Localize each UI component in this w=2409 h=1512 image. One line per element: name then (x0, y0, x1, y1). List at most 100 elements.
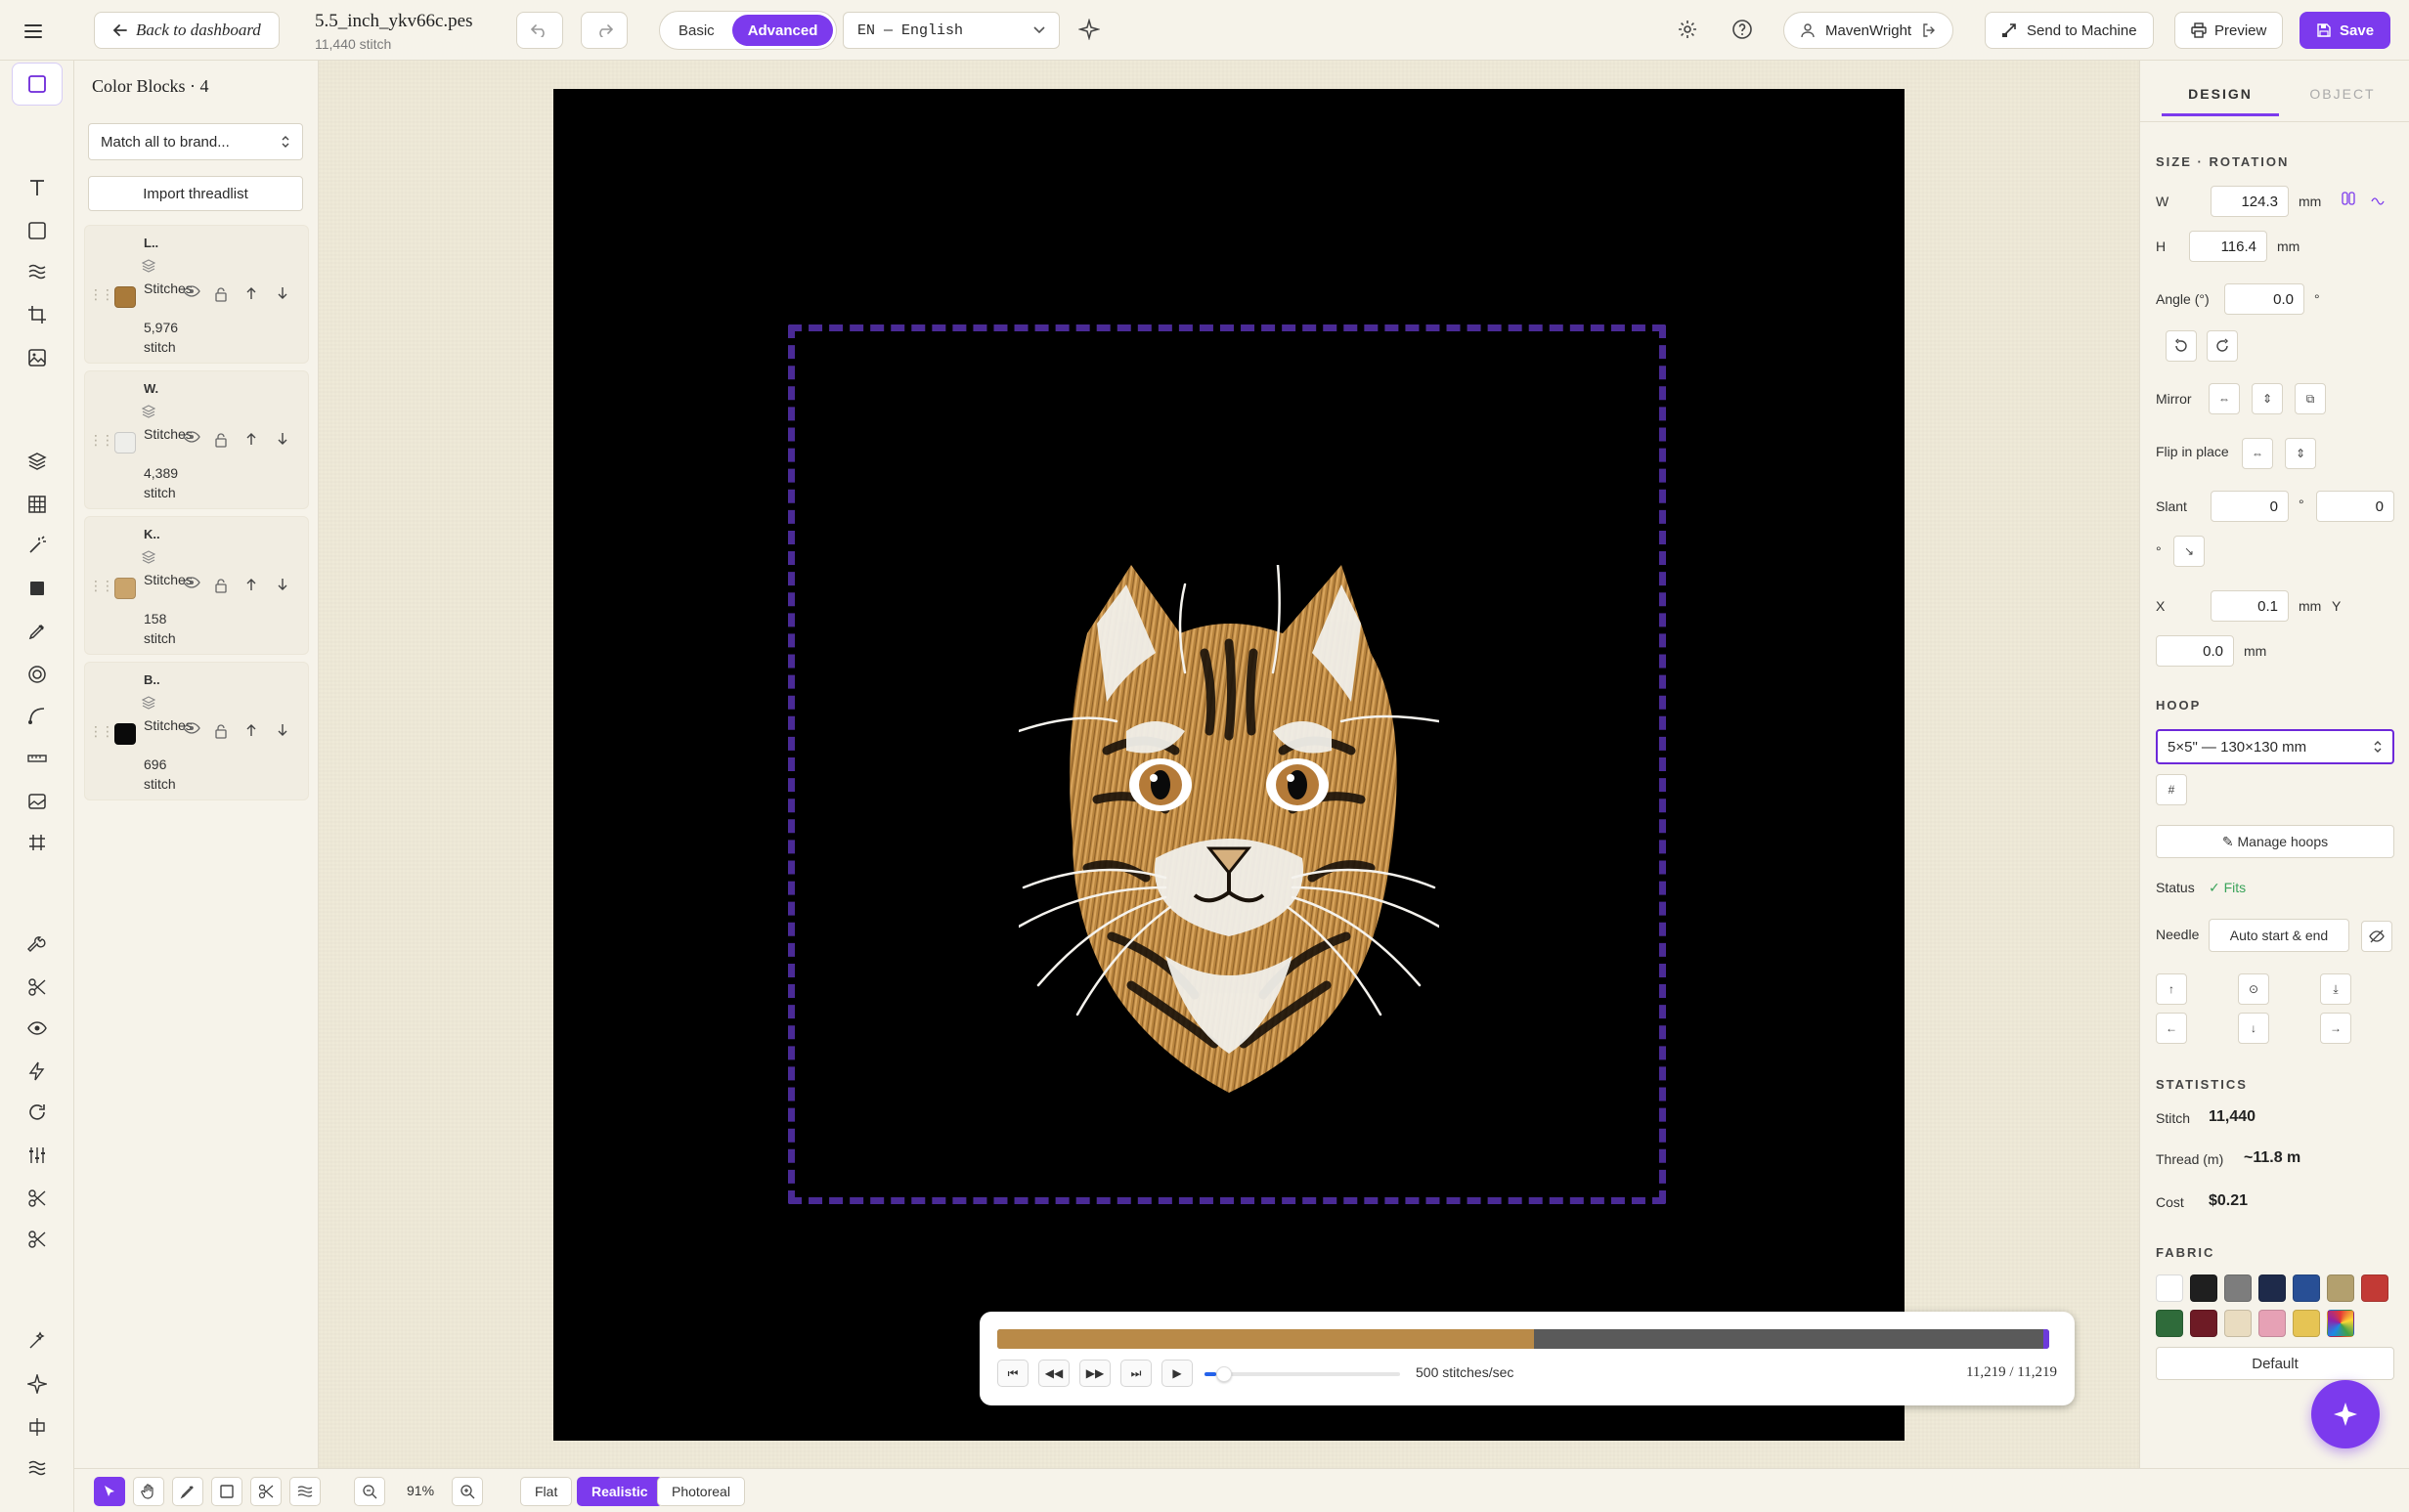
text-tool-icon[interactable] (23, 174, 51, 201)
drag-handle-icon[interactable]: ⋮⋮ (89, 578, 114, 594)
tab-design[interactable]: DESIGN (2162, 86, 2279, 116)
lock-icon[interactable] (214, 286, 228, 302)
needle-center-button[interactable]: ⊙ (2238, 973, 2269, 1005)
select-tool[interactable] (12, 63, 63, 106)
move-down-icon[interactable] (277, 723, 288, 737)
slant-x-input[interactable] (2211, 491, 2289, 522)
stitch-timeline[interactable] (997, 1329, 2049, 1349)
zoom-in-button[interactable] (452, 1477, 483, 1506)
move-down-icon[interactable] (277, 578, 288, 591)
rectangle-tool[interactable] (211, 1477, 242, 1506)
scissors-tool[interactable] (250, 1477, 282, 1506)
hand-tool[interactable] (133, 1477, 164, 1506)
photo-icon[interactable] (23, 788, 51, 815)
wand-icon[interactable] (23, 1327, 51, 1355)
rotate-left-button[interactable] (2166, 330, 2197, 362)
view-flat-button[interactable]: Flat (520, 1477, 573, 1506)
color-block-item[interactable]: ⋮⋮ B.. Stitches 696 stitch (84, 662, 309, 800)
match-brand-select[interactable]: Match all to brand... (88, 123, 303, 160)
needle-up-button[interactable]: ↑ (2156, 973, 2187, 1005)
fabric-swatch[interactable] (2327, 1274, 2354, 1302)
wrench-icon[interactable] (23, 930, 51, 958)
user-menu[interactable]: MavenWright (1783, 12, 1954, 49)
thread-color-swatch[interactable] (114, 578, 136, 599)
language-select[interactable]: EN — English (843, 12, 1060, 49)
mirror-horizontal-button[interactable]: ⇔ (2209, 383, 2240, 414)
logout-icon[interactable] (1921, 22, 1937, 38)
height-input[interactable] (2189, 231, 2267, 262)
move-up-icon[interactable] (245, 723, 257, 737)
fabric-swatch[interactable] (2293, 1310, 2320, 1337)
target-icon[interactable] (23, 661, 51, 688)
magic-wand-icon[interactable] (23, 532, 51, 559)
move-down-icon[interactable] (277, 432, 288, 446)
needle-left-button[interactable]: ← (2156, 1013, 2187, 1044)
scissors-icon[interactable] (23, 973, 51, 1001)
gear-icon[interactable] (1674, 16, 1701, 43)
needle-bottom-button[interactable]: ⤓ (2320, 973, 2351, 1005)
crop-tool-icon[interactable] (23, 301, 51, 328)
needle-select[interactable]: Auto start & end (2209, 919, 2349, 952)
refresh-icon[interactable] (23, 1099, 51, 1126)
help-icon[interactable] (1729, 16, 1756, 43)
color-block-item[interactable]: ⋮⋮ W. Stitches 4,389 stitch (84, 370, 309, 509)
hoop-grid-button[interactable]: # (2156, 774, 2187, 805)
slant-reset-button[interactable]: ↘ (2173, 536, 2205, 567)
view-photoreal-button[interactable]: Photoreal (657, 1477, 745, 1506)
fill-pattern-icon[interactable] (23, 258, 51, 285)
frame-icon[interactable] (23, 829, 51, 856)
play-button[interactable]: ▶ (1161, 1360, 1193, 1387)
color-block-item[interactable]: ⋮⋮ L.. Stitches 5,976 stitch (84, 225, 309, 364)
mode-advanced-button[interactable]: Advanced (731, 15, 834, 46)
tab-object[interactable]: OBJECT (2289, 86, 2396, 102)
link-proportions-icon[interactable] (2342, 192, 2355, 205)
sparkle-tool-icon[interactable] (23, 1370, 51, 1398)
drag-handle-icon[interactable]: ⋮⋮ (89, 432, 114, 449)
mirror-vertical-button[interactable]: ⇕ (2252, 383, 2283, 414)
design-artboard[interactable]: ⏮ ◀◀ ▶▶ ⏭ ▶ 500 stitches/sec 11,219 / 11… (553, 89, 2075, 1441)
mode-basic-button[interactable]: Basic (663, 15, 730, 46)
thread-color-swatch[interactable] (114, 286, 136, 308)
skip-to-end-button[interactable]: ⏭ (1120, 1360, 1152, 1387)
thread-color-swatch[interactable] (114, 723, 136, 745)
save-button[interactable]: Save (2300, 12, 2391, 49)
rotate-right-button[interactable] (2207, 330, 2238, 362)
fabric-swatch[interactable] (2156, 1310, 2183, 1337)
pen-tool-icon[interactable] (23, 618, 51, 645)
skip-to-start-button[interactable]: ⏮ (997, 1360, 1029, 1387)
fabric-swatch[interactable] (2258, 1274, 2286, 1302)
eye-icon[interactable] (23, 1015, 51, 1042)
view-realistic-button[interactable]: Realistic (577, 1477, 663, 1506)
pointer-tool[interactable] (94, 1477, 125, 1506)
canvas-area[interactable]: ⏮ ◀◀ ▶▶ ⏭ ▶ 500 stitches/sec 11,219 / 11… (319, 61, 2139, 1468)
lock-icon[interactable] (214, 578, 228, 593)
cut-icon[interactable] (23, 1185, 51, 1212)
image-tool-icon[interactable] (23, 344, 51, 371)
layers-icon[interactable] (23, 448, 51, 475)
visibility-eye-icon[interactable] (183, 284, 200, 298)
move-up-icon[interactable] (245, 432, 257, 446)
fabric-swatch[interactable] (2361, 1274, 2388, 1302)
drag-handle-icon[interactable]: ⋮⋮ (89, 286, 114, 303)
zoom-out-button[interactable] (354, 1477, 385, 1506)
hide-needle-button[interactable] (2361, 921, 2392, 952)
undo-button[interactable] (516, 12, 563, 49)
mirror-copy-button[interactable]: ⧉ (2295, 383, 2326, 414)
speed-slider-knob[interactable] (1216, 1366, 1232, 1382)
thread-color-swatch[interactable] (114, 432, 136, 454)
ruler-icon[interactable] (23, 745, 51, 772)
back-to-dashboard-button[interactable]: Back to dashboard (94, 12, 280, 49)
visibility-eye-icon[interactable] (183, 576, 200, 589)
trim-icon[interactable] (23, 1226, 51, 1253)
stitch-pattern-icon[interactable] (23, 1454, 51, 1482)
fabric-custom-color-swatch[interactable] (2327, 1310, 2354, 1337)
redo-button[interactable] (581, 12, 628, 49)
grid-icon[interactable] (23, 491, 51, 518)
curve-tool-icon[interactable] (23, 702, 51, 729)
menu-icon[interactable] (22, 20, 45, 43)
y-input[interactable] (2156, 635, 2234, 667)
angle-input[interactable] (2224, 283, 2304, 315)
needle-down-button[interactable]: ↓ (2238, 1013, 2269, 1044)
fabric-swatch[interactable] (2258, 1310, 2286, 1337)
cat-embroidery-design[interactable] (1019, 565, 1439, 1171)
